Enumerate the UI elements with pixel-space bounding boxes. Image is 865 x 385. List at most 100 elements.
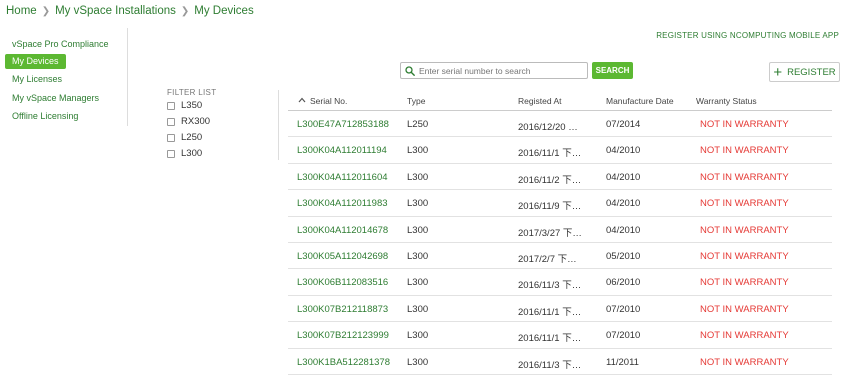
filter-list: FILTER LIST L350 RX300 L250 L300 (167, 88, 216, 159)
chevron-right-icon: ❯ (180, 5, 190, 17)
device-type: L300 (407, 224, 429, 236)
serial-number-link[interactable]: L300K04A112011983 (297, 198, 388, 209)
registered-at: 2017/2/7 下午6... (518, 253, 586, 265)
column-header-serial[interactable]: Serial No. (310, 96, 347, 106)
serial-number-link[interactable]: L300K04A112014678 (297, 225, 388, 236)
sidebar-item-my-licenses[interactable]: My Licenses (5, 72, 69, 87)
registered-at: 2016/12/20 下午... (518, 122, 586, 133)
warranty-status: NOT IN WARRANTY (700, 330, 789, 342)
search-box[interactable] (400, 62, 588, 79)
warranty-status: NOT IN WARRANTY (700, 224, 789, 236)
breadcrumb: Home ❯ My vSpace Installations ❯ My Devi… (6, 5, 254, 17)
serial-number-link[interactable]: L300K1BA512281378 (297, 357, 390, 368)
sidebar-item-my-vspace-managers[interactable]: My vSpace Managers (5, 91, 106, 106)
serial-number-link[interactable]: L300K07B212123999 (297, 330, 389, 341)
sidebar-item-offline-licensing[interactable]: Offline Licensing (5, 109, 85, 124)
table-row[interactable]: L300K04A112011604 L300 2016/11/2 下午... 0… (288, 164, 832, 191)
warranty-status: NOT IN WARRANTY (700, 171, 789, 183)
checkbox[interactable] (167, 133, 175, 142)
filter-option-label: RX300 (181, 116, 211, 127)
manufacture-date: 04/2010 (606, 224, 641, 236)
checkbox[interactable] (167, 101, 175, 110)
plus-icon: + (773, 63, 783, 81)
warranty-status: NOT IN WARRANTY (700, 303, 789, 315)
device-type: L250 (407, 119, 429, 130)
filter-divider (278, 90, 279, 160)
filter-option-label: L250 (181, 132, 203, 143)
filter-option-l300[interactable]: L300 (167, 148, 202, 159)
registered-at: 2016/11/1 下午... (518, 306, 586, 318)
breadcrumb-my-devices: My Devices (194, 5, 254, 17)
sidebar-item-vspace-pro-compliance[interactable]: vSpace Pro Compliance (5, 37, 116, 52)
registered-at: 2016/11/2 下午... (518, 174, 586, 186)
filter-option-l350[interactable]: L350 (167, 100, 202, 111)
manufacture-date: 07/2014 (606, 119, 641, 130)
device-type: L300 (407, 198, 429, 210)
warranty-status: NOT IN WARRANTY (700, 277, 789, 289)
search-input[interactable] (419, 65, 579, 76)
serial-number-link[interactable]: L300K04A112011194 (297, 145, 387, 156)
manufacture-date: 05/2010 (606, 250, 641, 262)
device-type: L300 (407, 330, 429, 342)
register-button-label: REGISTER (787, 66, 836, 78)
table-row[interactable]: L300E47A712853188 L250 2016/12/20 下午... … (288, 111, 832, 138)
checkbox[interactable] (167, 117, 175, 126)
filter-option-rx300[interactable]: RX300 (167, 116, 210, 127)
manufacture-date: 04/2010 (606, 171, 641, 183)
device-type: L300 (407, 303, 429, 315)
table-row[interactable]: L300K04A112011983 L300 2016/11/9 下午... 0… (288, 190, 832, 217)
column-header-manufacture-date[interactable]: Manufacture Date (606, 96, 674, 106)
search-icon (405, 65, 415, 76)
sidebar-item-my-devices[interactable]: My Devices (5, 54, 66, 69)
breadcrumb-vspace-installations[interactable]: My vSpace Installations (55, 5, 176, 17)
registered-at: 2016/11/1 下午... (518, 333, 586, 345)
sidebar: vSpace Pro Compliance My Devices My Lice… (0, 28, 128, 126)
warranty-status: NOT IN WARRANTY (700, 250, 789, 262)
device-type: L300 (407, 250, 429, 262)
serial-number-link[interactable]: L300K04A112011604 (297, 172, 388, 183)
search-button[interactable]: SEARCH (592, 62, 633, 79)
column-header-warranty-status[interactable]: Warranty Status (696, 96, 757, 106)
manufacture-date: 06/2010 (606, 277, 641, 289)
registered-at: 2016/11/9 下午... (518, 201, 586, 213)
manufacture-date: 07/2010 (606, 303, 641, 315)
table-row[interactable]: L300K04A112011194 L300 2016/11/1 下午... 0… (288, 137, 832, 164)
registered-at: 2016/11/1 下午... (518, 148, 586, 160)
warranty-status: NOT IN WARRANTY (700, 119, 789, 130)
chevron-right-icon: ❯ (41, 5, 51, 17)
registered-at: 2016/11/3 下午... (518, 359, 586, 371)
serial-number-link[interactable]: L300K06B112083516 (297, 277, 388, 288)
manufacture-date: 04/2010 (606, 198, 641, 210)
filter-option-label: L350 (181, 100, 203, 111)
registered-at: 2016/11/3 下午... (518, 280, 586, 292)
table-header: Serial No. Type Registed At Manufacture … (288, 91, 832, 111)
manufacture-date: 04/2010 (606, 145, 641, 157)
device-type: L300 (407, 145, 429, 157)
manufacture-date: 07/2010 (606, 330, 641, 342)
registered-at: 2017/3/27 下午... (518, 227, 586, 239)
checkbox[interactable] (167, 149, 175, 158)
table-row[interactable]: L300K1BA512281378 L300 2016/11/3 下午... 1… (288, 349, 832, 375)
sort-up-icon[interactable] (298, 97, 306, 103)
serial-number-link[interactable]: L300K05A112042698 (297, 251, 388, 262)
serial-number-link[interactable]: L300E47A712853188 (297, 119, 389, 130)
table-row[interactable]: L300K05A112042698 L300 2017/2/7 下午6... 0… (288, 243, 832, 270)
register-button[interactable]: + REGISTER (769, 62, 840, 82)
device-type: L300 (407, 171, 429, 183)
devices-table: Serial No. Type Registed At Manufacture … (288, 91, 832, 375)
device-type: L300 (407, 277, 429, 289)
column-header-type[interactable]: Type (407, 96, 425, 106)
warranty-status: NOT IN WARRANTY (700, 356, 789, 368)
table-row[interactable]: L300K04A112014678 L300 2017/3/27 下午... 0… (288, 217, 832, 243)
table-row[interactable]: L300K07B212123999 L300 2016/11/1 下午... 0… (288, 322, 832, 349)
filter-option-label: L300 (181, 148, 203, 159)
register-mobile-app-link[interactable]: REGISTER USING NCOMPUTING MOBILE APP (656, 31, 839, 40)
breadcrumb-home[interactable]: Home (6, 5, 37, 17)
warranty-status: NOT IN WARRANTY (700, 198, 789, 210)
serial-number-link[interactable]: L300K07B212118873 (297, 304, 388, 315)
warranty-status: NOT IN WARRANTY (700, 145, 789, 157)
column-header-registered-at[interactable]: Registed At (518, 96, 586, 106)
filter-option-l250[interactable]: L250 (167, 132, 202, 143)
table-row[interactable]: L300K07B212118873 L300 2016/11/1 下午... 0… (288, 296, 832, 323)
table-row[interactable]: L300K06B112083516 L300 2016/11/3 下午... 0… (288, 269, 832, 296)
